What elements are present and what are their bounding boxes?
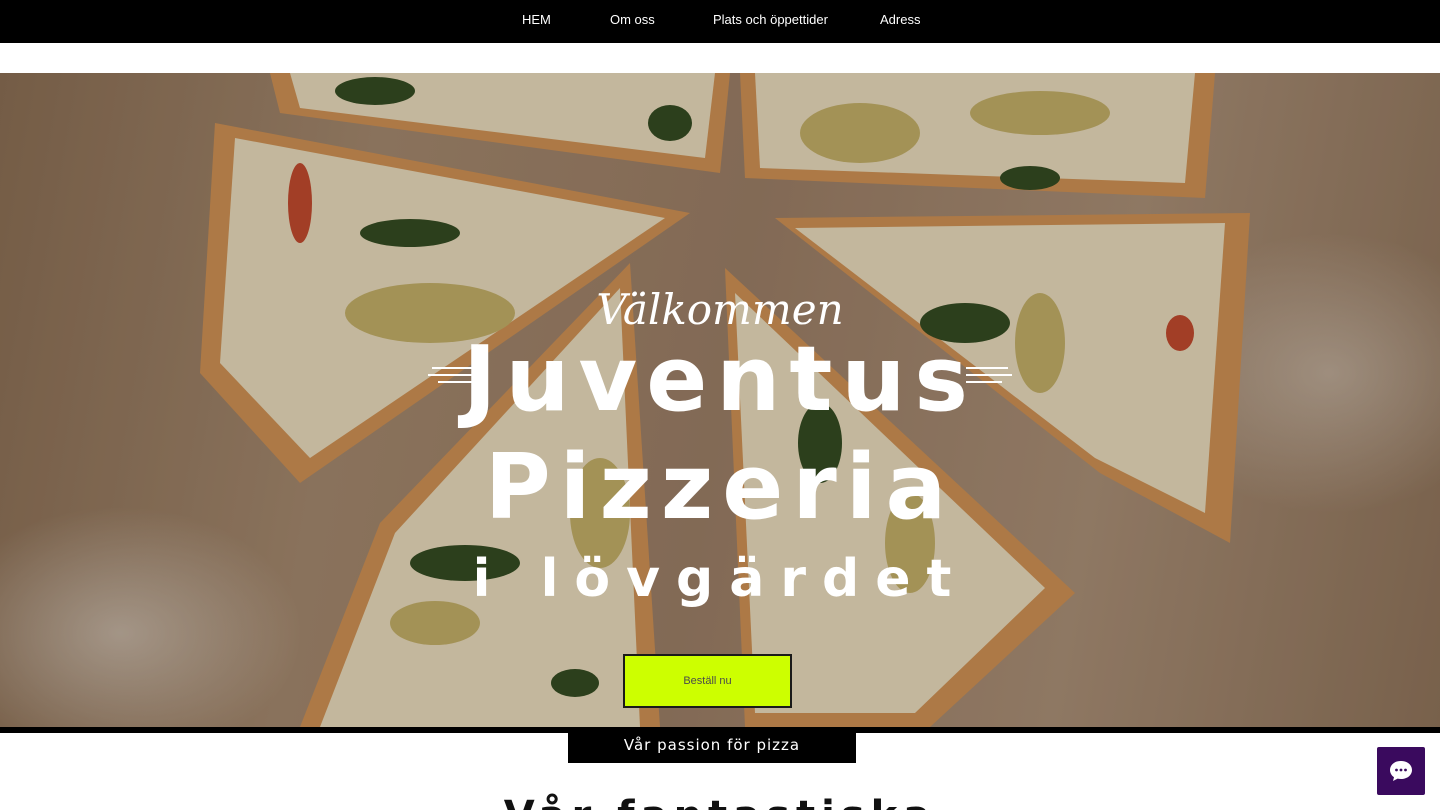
section-heading-cutoff: Vår fantastiska <box>0 796 1440 810</box>
chat-button[interactable] <box>1377 747 1425 795</box>
nav-item-om-oss[interactable]: Om oss <box>610 12 655 27</box>
top-navigation: HEM Om oss Plats och öppettider Adress <box>0 0 1440 43</box>
hero-title-line1: Juventus <box>462 327 977 432</box>
order-now-button[interactable]: Beställ nu <box>623 654 792 708</box>
section-tab-label: Vår passion för pizza <box>568 727 856 763</box>
hero-title-line2: Pizzeria <box>484 435 956 540</box>
nav-item-hem[interactable]: HEM <box>522 12 551 27</box>
hero-section: Välkommen Juventus Pizzeria i lövgärdet … <box>0 73 1440 727</box>
nav-item-adress[interactable]: Adress <box>880 12 920 27</box>
chat-bubble-icon <box>1390 761 1412 781</box>
nav-item-plats-och-oppettider[interactable]: Plats och öppettider <box>713 12 828 27</box>
hero-subtitle: i lövgärdet <box>472 549 968 609</box>
